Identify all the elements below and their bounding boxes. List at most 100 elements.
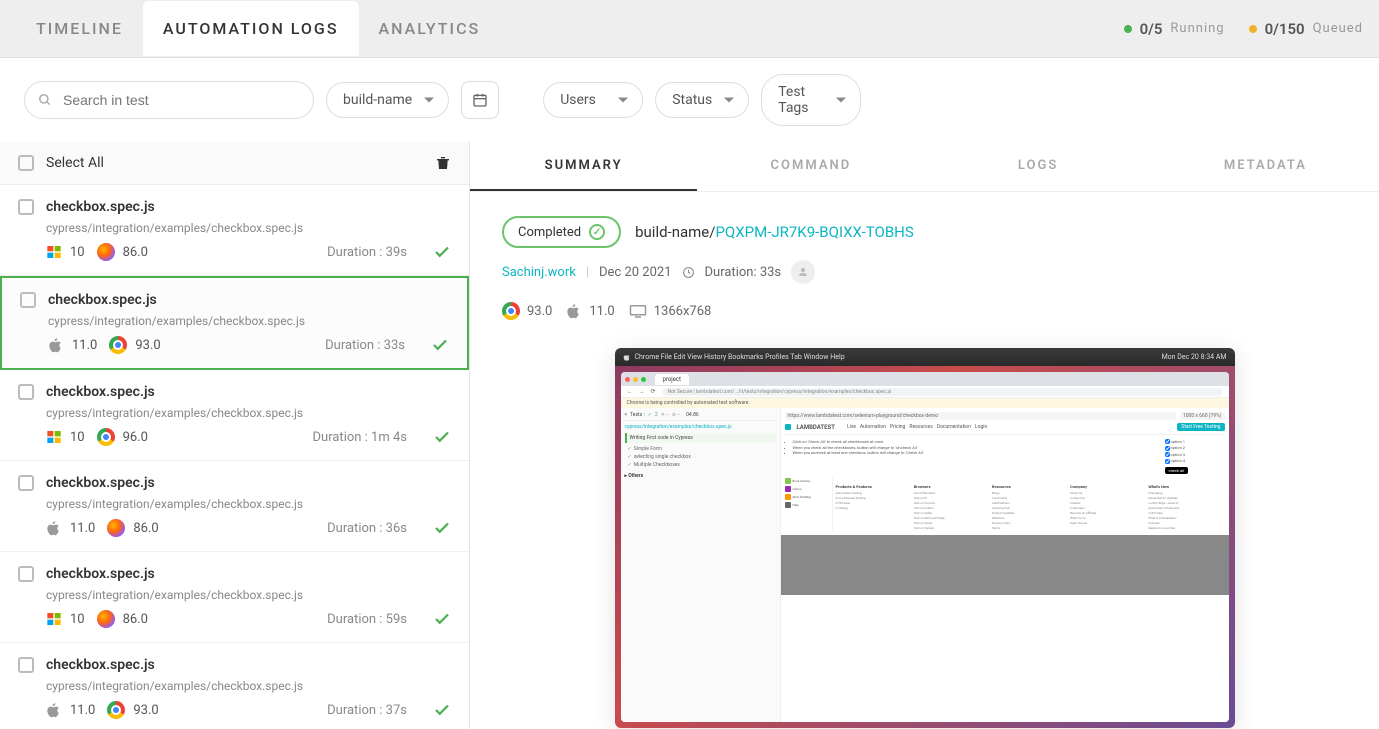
windows-icon [46, 429, 62, 445]
ss-app-preview: https://www.lambdatest.com/selenium-play… [781, 408, 1229, 722]
right-tab-summary[interactable]: Summary [470, 142, 697, 191]
test-name: checkbox.spec.js [48, 292, 157, 308]
test-list-panel: Select All checkbox.spec.js cypress/inte… [0, 142, 470, 729]
test-checkbox[interactable] [18, 384, 34, 400]
test-duration: Duration : 1m 4s [313, 430, 407, 445]
test-checkbox[interactable] [18, 657, 34, 673]
windows-icon [46, 244, 62, 260]
running-dot-icon [1124, 25, 1132, 33]
check-circle-icon [589, 224, 605, 240]
os-version: 10 [70, 245, 85, 260]
browser-version: 96.0 [123, 430, 148, 445]
test-date: Dec 20 2021 [599, 265, 672, 280]
delete-button[interactable] [435, 154, 451, 172]
pass-icon [433, 610, 451, 628]
filter-bar: build-name Users Status Test Tags [0, 58, 1379, 142]
status-queued: 0/150 Queued [1249, 20, 1363, 38]
test-checkbox[interactable] [18, 475, 34, 491]
test-path: cypress/integration/examples/checkbox.sp… [46, 221, 451, 235]
browser-version: 86.0 [123, 245, 148, 260]
test-duration: Duration : 59s [327, 612, 407, 627]
users-dropdown[interactable]: Users [543, 82, 643, 118]
test-duration: Duration : 37s [327, 703, 407, 718]
pass-icon [433, 701, 451, 719]
select-all-checkbox[interactable] [18, 155, 34, 171]
test-item[interactable]: checkbox.spec.js cypress/integration/exa… [0, 370, 469, 461]
test-name: checkbox.spec.js [46, 199, 155, 215]
tab-automation-logs[interactable]: Automation Logs [143, 1, 359, 56]
test-item[interactable]: checkbox.spec.js cypress/integration/exa… [0, 643, 469, 729]
search-input[interactable] [24, 81, 314, 119]
test-name: checkbox.spec.js [46, 657, 155, 673]
firefox-icon [107, 519, 125, 537]
env-line: 93.0 11.0 1366x768 [502, 302, 1347, 320]
ss-cypress-panel: < Tests : ✓2 ✕ -- ⊘ -- 04.86 cypress/int… [621, 408, 781, 722]
trash-icon [435, 154, 451, 172]
select-all-label: Select All [46, 155, 104, 171]
os-version: 10 [70, 430, 85, 445]
browser-version: 93.0 [133, 703, 158, 718]
chrome-icon [107, 701, 125, 719]
test-duration: Duration: 33s [705, 265, 782, 280]
build-name-dropdown[interactable]: build-name [326, 82, 449, 118]
tab-timeline[interactable]: Timeline [16, 1, 143, 56]
pass-icon [433, 243, 451, 261]
browser-version: 86.0 [133, 521, 158, 536]
test-name: checkbox.spec.js [46, 566, 155, 582]
status-dropdown[interactable]: Status [655, 82, 749, 118]
min-dot-icon [633, 377, 638, 382]
os-version: 10 [70, 612, 85, 627]
summary-content: Completed build-name/PQXPM-JR7K9-BQIXX-T… [470, 192, 1379, 729]
queued-dot-icon [1249, 25, 1257, 33]
windows-icon [46, 611, 62, 627]
right-tab-metadata[interactable]: Metadata [1152, 142, 1379, 191]
close-dot-icon [625, 377, 630, 382]
test-name: checkbox.spec.js [46, 475, 155, 491]
clock-icon [682, 266, 695, 279]
test-item[interactable]: checkbox.spec.js cypress/integration/exa… [0, 185, 469, 276]
right-tab-command[interactable]: Command [697, 142, 924, 191]
test-path: cypress/integration/examples/checkbox.sp… [46, 497, 451, 511]
chrome-icon [109, 336, 127, 354]
apple-icon [46, 520, 62, 536]
test-duration: Duration : 36s [327, 521, 407, 536]
test-path: cypress/integration/examples/checkbox.sp… [48, 314, 449, 328]
chrome-icon [97, 428, 115, 446]
test-item[interactable]: checkbox.spec.js cypress/integration/exa… [0, 276, 469, 370]
tab-analytics[interactable]: Analytics [359, 1, 501, 56]
os-version: 11.0 [72, 338, 97, 353]
right-tab-logs[interactable]: Logs [925, 142, 1152, 191]
chrome-icon [502, 302, 520, 320]
user-icon [797, 266, 809, 278]
user-link[interactable]: Sachinj.work [502, 265, 576, 280]
pass-icon [433, 519, 451, 537]
status-running: 0/5 Running [1124, 20, 1225, 38]
test-path: cypress/integration/examples/checkbox.sp… [46, 406, 451, 420]
pass-icon [431, 336, 449, 354]
ss-chrome-window: project ←→⟳ Not Secure | lambdatest.com/… [621, 372, 1229, 722]
screenshot-preview[interactable]: Chrome File Edit View History Bookmarks … [615, 348, 1235, 728]
browser-version: 86.0 [123, 612, 148, 627]
test-item[interactable]: checkbox.spec.js cypress/integration/exa… [0, 461, 469, 552]
test-checkbox[interactable] [18, 199, 34, 215]
test-item[interactable]: checkbox.spec.js cypress/integration/exa… [0, 552, 469, 643]
calendar-button[interactable] [461, 81, 499, 119]
build-name-text: build-name/PQXPM-JR7K9-BQIXX-TOBHS [635, 223, 914, 241]
pass-icon [433, 428, 451, 446]
test-tags-dropdown[interactable]: Test Tags [761, 74, 861, 126]
select-all-bar: Select All [0, 142, 469, 185]
test-path: cypress/integration/examples/checkbox.sp… [46, 588, 451, 602]
firefox-icon [97, 243, 115, 261]
firefox-icon [97, 610, 115, 628]
avatar [791, 260, 815, 284]
test-checkbox[interactable] [18, 566, 34, 582]
search-icon [38, 93, 52, 107]
build-id-link[interactable]: PQXPM-JR7K9-BQIXX-TOBHS [715, 223, 913, 241]
apple-icon [566, 303, 582, 319]
test-checkbox[interactable] [20, 292, 36, 308]
monitor-icon [629, 304, 647, 318]
os-version: 11.0 [70, 703, 95, 718]
os-version: 11.0 [70, 521, 95, 536]
ss-macbar: Chrome File Edit View History Bookmarks … [615, 348, 1235, 366]
top-tabs: Timeline Automation Logs Analytics 0/5 R… [0, 0, 1379, 58]
